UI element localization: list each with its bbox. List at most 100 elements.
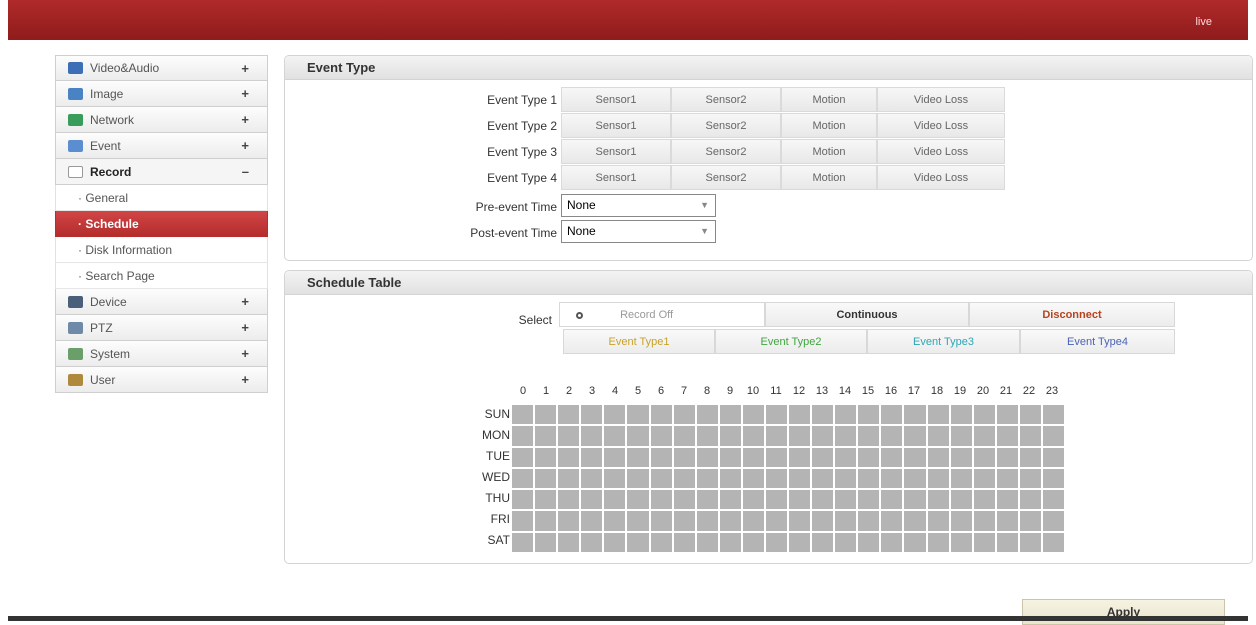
schedule-cell[interactable] xyxy=(1019,468,1041,489)
schedule-cell[interactable] xyxy=(881,490,903,510)
schedule-cell[interactable] xyxy=(858,490,880,510)
expand-icon[interactable]: + xyxy=(241,112,249,127)
schedule-cell[interactable] xyxy=(927,405,949,425)
sidebar-subitem-general[interactable]: · General xyxy=(55,185,268,211)
motion-button[interactable]: Motion xyxy=(781,87,877,112)
schedule-cell[interactable] xyxy=(835,468,857,489)
schedule-cell[interactable] xyxy=(558,447,580,467)
schedule-cell[interactable] xyxy=(1042,511,1064,531)
expand-icon[interactable]: + xyxy=(241,346,249,361)
schedule-cell[interactable] xyxy=(627,511,649,531)
schedule-cell[interactable] xyxy=(904,447,926,467)
schedule-cell[interactable] xyxy=(604,468,626,489)
schedule-cell[interactable] xyxy=(789,405,811,425)
expand-icon[interactable]: + xyxy=(241,294,249,309)
schedule-cell[interactable] xyxy=(673,532,695,552)
schedule-cell[interactable] xyxy=(904,405,926,425)
disconnect-button[interactable]: Disconnect xyxy=(969,302,1175,327)
schedule-cell[interactable] xyxy=(812,511,834,531)
schedule-cell[interactable] xyxy=(904,511,926,531)
schedule-cell[interactable] xyxy=(719,447,741,467)
schedule-cell[interactable] xyxy=(627,426,649,446)
schedule-cell[interactable] xyxy=(696,532,718,552)
schedule-cell[interactable] xyxy=(719,532,741,552)
schedule-cell[interactable] xyxy=(696,405,718,425)
schedule-cell[interactable] xyxy=(789,490,811,510)
schedule-cell[interactable] xyxy=(789,447,811,467)
schedule-cell[interactable] xyxy=(973,532,995,552)
schedule-cell[interactable] xyxy=(927,468,949,489)
schedule-cell[interactable] xyxy=(535,532,557,552)
schedule-cell[interactable] xyxy=(650,532,672,552)
sidebar-subitem-disk-information[interactable]: · Disk Information xyxy=(55,237,268,263)
schedule-cell[interactable] xyxy=(581,511,603,531)
motion-button[interactable]: Motion xyxy=(781,139,877,164)
schedule-cell[interactable] xyxy=(558,405,580,425)
schedule-cell[interactable] xyxy=(558,468,580,489)
sidebar-item-image[interactable]: Image + xyxy=(55,81,268,107)
sidebar-item-network[interactable]: Network + xyxy=(55,107,268,133)
schedule-cell[interactable] xyxy=(904,532,926,552)
schedule-cell[interactable] xyxy=(950,405,972,425)
schedule-cell[interactable] xyxy=(950,490,972,510)
schedule-cell[interactable] xyxy=(881,532,903,552)
schedule-cell[interactable] xyxy=(604,426,626,446)
schedule-cell[interactable] xyxy=(789,468,811,489)
pre-event-select[interactable]: None ▼ xyxy=(561,194,716,217)
continuous-button[interactable]: Continuous xyxy=(765,302,969,327)
schedule-cell[interactable] xyxy=(812,405,834,425)
schedule-cell[interactable] xyxy=(950,532,972,552)
schedule-cell[interactable] xyxy=(858,511,880,531)
event-type4-button[interactable]: Event Type4 xyxy=(1020,329,1175,354)
schedule-cell[interactable] xyxy=(812,490,834,510)
schedule-cell[interactable] xyxy=(581,426,603,446)
schedule-cell[interactable] xyxy=(742,405,764,425)
event-type3-button[interactable]: Event Type3 xyxy=(867,329,1020,354)
schedule-cell[interactable] xyxy=(789,532,811,552)
schedule-cell[interactable] xyxy=(673,426,695,446)
schedule-cell[interactable] xyxy=(742,447,764,467)
schedule-cell[interactable] xyxy=(765,405,787,425)
schedule-cell[interactable] xyxy=(1042,447,1064,467)
schedule-cell[interactable] xyxy=(535,447,557,467)
schedule-cell[interactable] xyxy=(789,511,811,531)
schedule-cell[interactable] xyxy=(742,426,764,446)
schedule-cell[interactable] xyxy=(950,426,972,446)
sidebar-subitem-search-page[interactable]: · Search Page xyxy=(55,263,268,289)
sidebar-item-ptz[interactable]: PTZ + xyxy=(55,315,268,341)
schedule-cell[interactable] xyxy=(696,447,718,467)
schedule-cell[interactable] xyxy=(696,426,718,446)
schedule-cell[interactable] xyxy=(904,426,926,446)
sidebar-item-system[interactable]: System + xyxy=(55,341,268,367)
schedule-cell[interactable] xyxy=(719,405,741,425)
schedule-cell[interactable] xyxy=(742,468,764,489)
schedule-cell[interactable] xyxy=(650,426,672,446)
schedule-cell[interactable] xyxy=(789,426,811,446)
schedule-cell[interactable] xyxy=(1019,490,1041,510)
sidebar-item-user[interactable]: User + xyxy=(55,367,268,393)
schedule-cell[interactable] xyxy=(950,511,972,531)
event-type2-button[interactable]: Event Type2 xyxy=(715,329,867,354)
schedule-cell[interactable] xyxy=(535,426,557,446)
schedule-cell[interactable] xyxy=(581,468,603,489)
schedule-cell[interactable] xyxy=(535,405,557,425)
sidebar-item-record[interactable]: Record – xyxy=(55,159,268,185)
live-link[interactable]: live xyxy=(1195,16,1212,28)
sensor2-button[interactable]: Sensor2 xyxy=(671,87,781,112)
schedule-cell[interactable] xyxy=(812,468,834,489)
schedule-cell[interactable] xyxy=(835,490,857,510)
schedule-cell[interactable] xyxy=(535,511,557,531)
schedule-cell[interactable] xyxy=(904,490,926,510)
schedule-cell[interactable] xyxy=(581,490,603,510)
schedule-cell[interactable] xyxy=(627,532,649,552)
schedule-cell[interactable] xyxy=(881,468,903,489)
schedule-cell[interactable] xyxy=(742,511,764,531)
expand-icon[interactable]: + xyxy=(241,86,249,101)
schedule-cell[interactable] xyxy=(835,511,857,531)
schedule-cell[interactable] xyxy=(996,405,1018,425)
schedule-cell[interactable] xyxy=(858,405,880,425)
schedule-cell[interactable] xyxy=(973,490,995,510)
schedule-cell[interactable] xyxy=(950,447,972,467)
schedule-cell[interactable] xyxy=(973,405,995,425)
schedule-cell[interactable] xyxy=(719,490,741,510)
